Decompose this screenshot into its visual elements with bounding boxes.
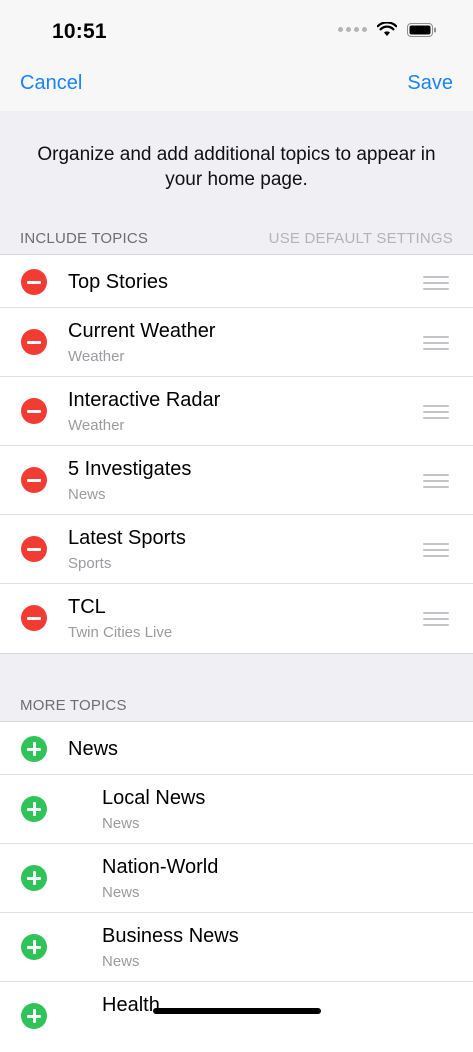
topic-title: 5 Investigates (68, 458, 192, 480)
reorder-handle-icon[interactable] (423, 474, 449, 488)
included-topics-list: Top Stories Current Weather Weather Inte… (0, 254, 473, 654)
list-item: Health (0, 982, 473, 1052)
plus-icon (32, 1009, 36, 1023)
minus-icon (27, 280, 41, 284)
nav-bar: Cancel Save (0, 60, 473, 111)
topic-subtitle: Weather (68, 417, 125, 434)
intro-panel: Organize and add additional topics to ap… (0, 111, 473, 221)
reorder-handle-icon[interactable] (423, 405, 449, 419)
more-topics-header: MORE TOPICS (0, 689, 473, 721)
topic-subtitle: Twin Cities Live (68, 624, 173, 641)
signal-icon (338, 27, 367, 32)
remove-button[interactable] (21, 398, 47, 424)
list-item: Business News News (0, 913, 473, 982)
reorder-handle-icon[interactable] (423, 336, 449, 350)
topic-title: TCL (68, 596, 106, 618)
topic-title: Local News (102, 787, 206, 809)
more-topics-list: News Local News News Nation-World News B… (0, 721, 473, 1052)
topic-title: Health (102, 994, 160, 1016)
topic-subtitle: Sports (68, 555, 112, 572)
remove-button[interactable] (21, 269, 47, 295)
list-item: Nation-World News (0, 844, 473, 913)
topic-title: Nation-World (102, 856, 219, 878)
add-button[interactable] (21, 796, 47, 822)
status-bar: 10:51 (0, 0, 473, 60)
topic-title: Current Weather (68, 320, 216, 342)
list-item: Top Stories (0, 255, 473, 308)
reorder-handle-icon[interactable] (423, 543, 449, 557)
remove-button[interactable] (21, 536, 47, 562)
reorder-handle-icon[interactable] (423, 612, 449, 626)
remove-button[interactable] (21, 329, 47, 355)
status-time: 10:51 (52, 20, 107, 43)
add-button[interactable] (21, 865, 47, 891)
list-item: Current Weather Weather (0, 308, 473, 377)
battery-icon (407, 22, 436, 37)
remove-button[interactable] (21, 605, 47, 631)
include-topics-title: INCLUDE TOPICS (20, 230, 149, 247)
topic-subtitle: News (102, 815, 140, 832)
topic-title: Latest Sports (68, 527, 186, 549)
remove-button[interactable] (21, 467, 47, 493)
topic-subtitle: News (102, 884, 140, 901)
home-indicator[interactable] (153, 1008, 321, 1014)
save-button[interactable]: Save (407, 72, 453, 95)
list-item: Local News News (0, 775, 473, 844)
plus-icon (32, 802, 36, 816)
intro-text: Organize and add additional topics to ap… (37, 144, 436, 190)
wifi-icon (377, 22, 397, 36)
topic-title: Business News (102, 925, 239, 947)
use-default-settings-button[interactable]: USE DEFAULT SETTINGS (269, 230, 453, 247)
cancel-button[interactable]: Cancel (20, 72, 82, 95)
topic-title: Interactive Radar (68, 389, 221, 411)
more-topics-title: MORE TOPICS (20, 697, 127, 714)
status-icons (338, 22, 437, 37)
list-item: TCL Twin Cities Live (0, 584, 473, 653)
topic-title: Top Stories (68, 271, 169, 293)
topic-subtitle: News (68, 486, 106, 503)
add-button[interactable] (21, 736, 47, 762)
minus-icon (27, 340, 41, 344)
plus-icon (32, 742, 36, 756)
topic-subtitle: Weather (68, 348, 125, 365)
topic-title: News (68, 738, 119, 760)
add-button[interactable] (21, 934, 47, 960)
list-item: Latest Sports Sports (0, 515, 473, 584)
list-item: News (0, 722, 473, 775)
minus-icon (27, 547, 41, 551)
plus-icon (32, 871, 36, 885)
add-button[interactable] (21, 1003, 47, 1029)
reorder-handle-icon[interactable] (423, 276, 449, 290)
topic-subtitle: News (102, 953, 140, 970)
list-item: Interactive Radar Weather (0, 377, 473, 446)
minus-icon (27, 616, 41, 620)
plus-icon (32, 940, 36, 954)
minus-icon (27, 409, 41, 413)
include-topics-header: INCLUDE TOPICS USE DEFAULT SETTINGS (0, 222, 473, 254)
minus-icon (27, 478, 41, 482)
list-item: 5 Investigates News (0, 446, 473, 515)
